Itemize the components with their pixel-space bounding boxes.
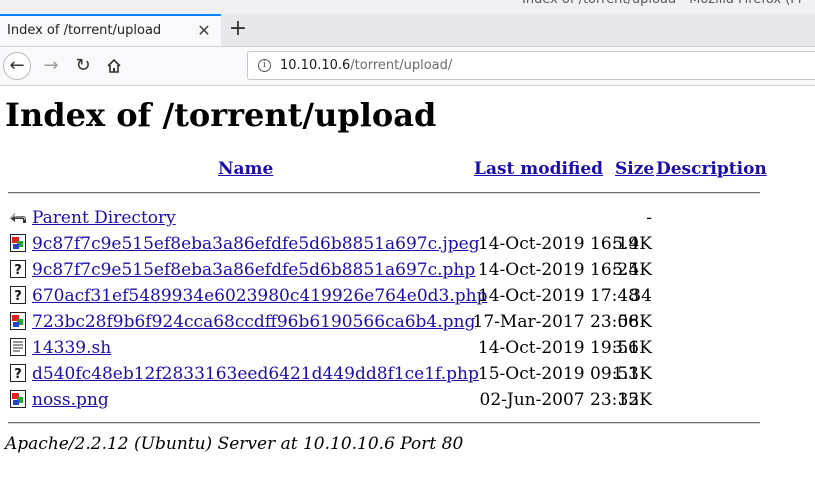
file-size: 5.4K bbox=[612, 234, 652, 254]
image-file-icon bbox=[8, 311, 28, 331]
server-signature: Apache/2.2.12 (Ubuntu) Server at 10.10.1… bbox=[5, 434, 464, 454]
tab-strip: Index of /torrent/upload ✕ + bbox=[0, 14, 815, 47]
close-tab-icon[interactable]: ✕ bbox=[195, 22, 213, 40]
file-link[interactable]: 670acf31ef5489934e6023980c419926e764e0d3… bbox=[32, 286, 487, 306]
file-row: 723bc28f9b6f924cca68ccdff96b6190566ca6b4… bbox=[0, 309, 815, 335]
file-size: 34 bbox=[630, 286, 652, 306]
divider bbox=[8, 422, 760, 424]
home-button[interactable] bbox=[100, 52, 128, 80]
file-size: 3.1K bbox=[612, 338, 652, 358]
tab-title: Index of /torrent/upload bbox=[7, 23, 162, 38]
column-header-last-modified[interactable]: Last modified bbox=[474, 159, 603, 179]
url-text[interactable]: 10.10.10.6/torrent/upload/ bbox=[280, 58, 452, 73]
file-row: ? 670acf31ef5489934e6023980c419926e764e0d… bbox=[0, 283, 815, 309]
info-icon[interactable]: i bbox=[258, 59, 271, 72]
file-link[interactable]: 9c87f7c9e515ef8eba3a86efdfe5d6b8851a697c… bbox=[32, 234, 480, 254]
file-link[interactable]: 9c87f7c9e515ef8eba3a86efdfe5d6b8851a697c… bbox=[32, 260, 475, 280]
unknown-file-icon: ? bbox=[8, 363, 28, 383]
url-bar[interactable]: i 10.10.10.6/torrent/upload/ bbox=[247, 51, 815, 80]
file-link[interactable]: 723bc28f9b6f924cca68ccdff96b6190566ca6b4… bbox=[32, 312, 475, 332]
parent-directory-icon bbox=[8, 207, 28, 227]
file-size: 1.1K bbox=[612, 364, 652, 384]
file-size: 58K bbox=[617, 312, 652, 332]
svg-text:?: ? bbox=[14, 263, 22, 278]
svg-text:?: ? bbox=[14, 367, 22, 382]
browser-chrome: Index of /torrent/upload - Mozilla Firef… bbox=[0, 0, 815, 86]
file-link[interactable]: noss.png bbox=[32, 390, 109, 410]
unknown-file-icon: ? bbox=[8, 259, 28, 279]
file-size: - bbox=[646, 208, 652, 228]
file-row: ? d540fc48eb12f2833163eed6421d449dd8f1ce1… bbox=[0, 361, 815, 387]
file-size: 5.4K bbox=[612, 260, 652, 280]
file-size: 32K bbox=[617, 390, 652, 410]
reload-icon: ↻ bbox=[75, 55, 91, 76]
url-host: 10.10.10.6 bbox=[280, 58, 351, 73]
file-link[interactable]: d540fc48eb12f2833163eed6421d449dd8f1ce1f… bbox=[32, 364, 479, 384]
file-row: Parent Directory - bbox=[0, 205, 815, 231]
window-title: Index of /torrent/upload - Mozilla Firef… bbox=[522, 0, 803, 8]
tab-active[interactable]: Index of /torrent/upload ✕ bbox=[0, 14, 221, 46]
file-row: 9c87f7c9e515ef8eba3a86efdfe5d6b8851a697c… bbox=[0, 231, 815, 257]
arrow-right-icon: → bbox=[43, 55, 59, 76]
divider bbox=[8, 192, 760, 194]
file-row: 14339.sh 14-Oct-2019 19:56 3.1K bbox=[0, 335, 815, 361]
page-title: Index of /torrent/upload bbox=[5, 96, 437, 134]
column-header-size[interactable]: Size bbox=[615, 159, 654, 179]
page-content: Index of /torrent/upload Name Last modif… bbox=[0, 86, 815, 494]
arrow-left-icon: ← bbox=[9, 55, 25, 76]
reload-button[interactable]: ↻ bbox=[69, 52, 97, 80]
file-link[interactable]: 14339.sh bbox=[32, 338, 111, 358]
column-header-description[interactable]: Description bbox=[656, 159, 767, 179]
parent-directory-link[interactable]: Parent Directory bbox=[32, 208, 176, 228]
column-header-name[interactable]: Name bbox=[218, 159, 273, 179]
home-icon bbox=[107, 58, 121, 73]
svg-text:?: ? bbox=[14, 289, 22, 304]
file-row: noss.png 02-Jun-2007 23:15 32K bbox=[0, 387, 815, 413]
image-file-icon bbox=[8, 233, 28, 253]
image-file-icon bbox=[8, 389, 28, 409]
back-button[interactable]: ← bbox=[3, 52, 31, 80]
navigation-toolbar: ← → ↻ i 10.10.10.6/torrent/upload/ bbox=[0, 47, 815, 86]
text-file-icon bbox=[8, 337, 28, 357]
unknown-file-icon: ? bbox=[8, 285, 28, 305]
new-tab-button[interactable]: + bbox=[228, 18, 248, 40]
file-row: ? 9c87f7c9e515ef8eba3a86efdfe5d6b8851a697… bbox=[0, 257, 815, 283]
forward-button[interactable]: → bbox=[37, 52, 65, 80]
url-path: /torrent/upload/ bbox=[350, 58, 453, 73]
